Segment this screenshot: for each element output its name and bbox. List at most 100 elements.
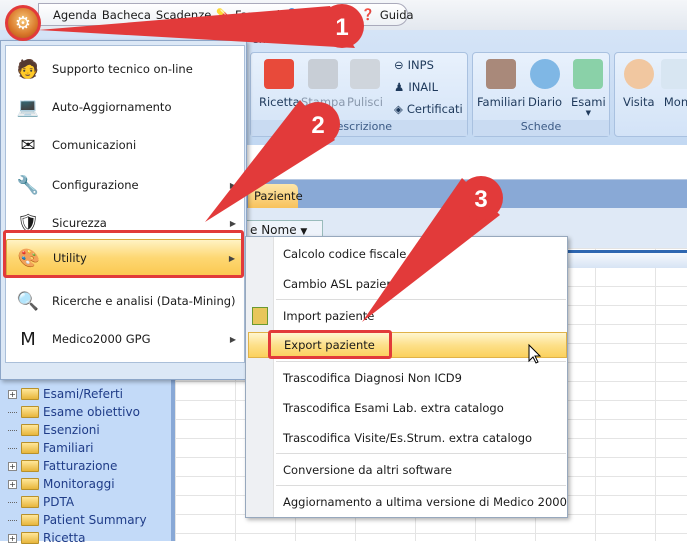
folder-icon	[21, 478, 39, 490]
group-label: Prescrizione	[251, 120, 467, 136]
tree-node[interactable]: Familiari	[8, 439, 93, 457]
search-strip	[175, 145, 687, 180]
diario-button[interactable]: Diario	[528, 59, 562, 109]
tree-line	[8, 411, 17, 413]
submenu-item-label: Conversione da altri software	[283, 463, 452, 477]
tree-node[interactable]: PDTA	[8, 493, 74, 511]
group-schede: Familiari Diario Esami ▼ Schede	[472, 52, 610, 137]
menu-separator	[276, 485, 566, 486]
tree-node[interactable]: + Ricetta	[8, 529, 85, 547]
tree-line	[8, 519, 17, 521]
expand-icon[interactable]: +	[8, 461, 17, 471]
tree-node[interactable]: Esame obiettivo	[8, 403, 140, 421]
submenu-item[interactable]: Trascodifica Visite/Es.Strum. extra cata…	[248, 425, 567, 451]
folder-icon	[21, 388, 39, 400]
submenu-item[interactable]: Trascodifica Esami Lab. extra catalogo	[248, 395, 567, 421]
familiari-button[interactable]: Familiari	[477, 59, 525, 109]
menu-item-configurazione[interactable]: 🔧 Configurazione ▶	[6, 166, 244, 204]
tree-node[interactable]: Patient Summary	[8, 511, 147, 529]
menu-item-label: Comunicazioni	[52, 138, 137, 152]
folder-icon	[21, 532, 39, 544]
inps-button[interactable]: ⊖ INPS	[394, 58, 434, 72]
group-other: Visita Mon	[614, 52, 687, 137]
submenu-item[interactable]: Import paziente	[248, 303, 567, 329]
folder-icon	[21, 514, 39, 526]
ricetta-button[interactable]: Ricetta	[259, 59, 300, 109]
submenu-item-label: Trascodifica Visite/Es.Strum. extra cata…	[283, 431, 533, 445]
submenu-item[interactable]: Trascodifica Diagnosi Non ICD9	[248, 365, 567, 391]
inps-icon: ⊖	[394, 58, 404, 72]
qa-supporto[interactable]: Supporto	[304, 8, 357, 22]
help-icon: ❓	[361, 8, 375, 21]
submenu-item-label: Aggiornamento a ultima versione di Medic…	[283, 495, 567, 509]
tab-paziente[interactable]: Paziente	[248, 184, 303, 208]
tree-node[interactable]: Esenzioni	[8, 421, 100, 439]
inail-button[interactable]: ♟ INAIL	[394, 80, 438, 94]
visita-button[interactable]: Visita	[623, 59, 655, 109]
tree-node-label: Patient Summary	[43, 513, 147, 527]
ecg-icon	[661, 59, 687, 89]
group-prescrizione: Ricetta Stampa Pulisci ⊖ INPS ♟ INAIL ◈ Cer…	[250, 52, 468, 137]
tree-node-label: Esami/Referti	[43, 387, 124, 401]
qa-guida[interactable]: Guida	[380, 8, 414, 22]
tree-node-label: Ricetta	[43, 531, 86, 545]
pulisci-button[interactable]: Pulisci	[347, 59, 383, 109]
wrench-icon: 🔧	[16, 174, 40, 196]
certificati-button[interactable]: ◈ Certificati	[394, 102, 463, 116]
tree-line	[8, 447, 17, 449]
doctor-icon	[623, 59, 654, 89]
menu-item-auto-aggiornamento[interactable]: 💻 Auto-Aggiornamento	[6, 88, 244, 126]
inail-icon: ♟	[394, 80, 405, 94]
menu-item-label: Medico2000 GPG	[52, 332, 151, 346]
monitor-button[interactable]: Mon	[661, 59, 687, 109]
menu-item-comunicazioni[interactable]: ✉ Comunicazioni	[6, 126, 244, 164]
tree-node-label: Esame obiettivo	[43, 405, 140, 419]
printer-icon	[308, 59, 339, 89]
submenu-item-label: Trascodifica Esami Lab. extra catalogo	[283, 401, 504, 415]
stampa-button[interactable]: Stampa	[301, 59, 345, 109]
menu-separator	[276, 299, 566, 300]
folder-icon	[21, 442, 39, 454]
tree-node[interactable]: + Monitoraggi	[8, 475, 115, 493]
submenu-item[interactable]: Aggiornamento a ultima versione di Medic…	[248, 489, 567, 515]
expand-icon[interactable]: +	[8, 533, 17, 543]
calendar-clock-icon	[530, 59, 561, 89]
certificate-icon: ◈	[394, 102, 403, 116]
submenu-item[interactable]: Cambio ASL pazienti	[248, 271, 567, 297]
quick-access-toolbar: Agenda Bacheca Scadenze 💊 Farmaci 👤 Suppor…	[38, 3, 414, 26]
menu-item-label: Auto-Aggiornamento	[52, 100, 172, 114]
tree-node[interactable]: + Esami/Referti	[8, 385, 123, 403]
window-title: ente	[252, 33, 277, 46]
house-icon	[486, 59, 517, 89]
menu-separator	[276, 361, 566, 362]
menu-item-supporto[interactable]: 🧑 Supporto tecnico on-line	[6, 50, 244, 88]
expand-icon[interactable]: +	[8, 479, 17, 489]
envelope-icon: ✉	[20, 134, 36, 156]
esami-button[interactable]: Esami ▼	[571, 59, 606, 117]
tree-node-label: PDTA	[43, 495, 75, 509]
submenu-arrow-icon: ▶	[229, 180, 236, 190]
flasks-icon	[573, 59, 604, 89]
tree-node-label: Fatturazione	[43, 459, 118, 473]
submenu-item[interactable]: Conversione da altri software	[248, 457, 567, 483]
gear-icon: ⚙	[14, 12, 32, 34]
qa-scadenze[interactable]: Scadenze	[156, 8, 211, 22]
utility-submenu: Calcolo codice fiscale Cambio ASL pazient…	[245, 236, 568, 518]
menu-item-ricerche[interactable]: 🔍 Ricerche e analisi (Data-Mining)	[6, 282, 244, 320]
support-icon: 🧑	[16, 58, 40, 80]
tree-node[interactable]: + Fatturazione	[8, 457, 117, 475]
menu-item-medico2000[interactable]: M Medico2000 GPG ▶	[6, 320, 244, 358]
qa-farmaci[interactable]: Farmaci	[235, 8, 280, 22]
prescription-icon	[264, 59, 295, 89]
medico-logo-icon: M	[20, 328, 36, 350]
update-icon: 💻	[16, 96, 40, 118]
menu-item-label: Ricerche e analisi (Data-Mining)	[52, 294, 236, 308]
qa-agenda[interactable]: Agenda	[53, 8, 97, 22]
submenu-item-label: Calcolo codice fiscale	[283, 247, 407, 261]
qa-bacheca[interactable]: Bacheca	[102, 8, 151, 22]
app-orb-button[interactable]: ⚙	[5, 5, 41, 41]
expand-icon[interactable]: +	[8, 389, 17, 399]
application-menu: 🧑 Supporto tecnico on-line 💻 Auto-Aggiornam…	[0, 40, 247, 380]
submenu-item[interactable]: Calcolo codice fiscale	[248, 241, 567, 267]
magnifier-icon: 🔍	[16, 290, 40, 312]
